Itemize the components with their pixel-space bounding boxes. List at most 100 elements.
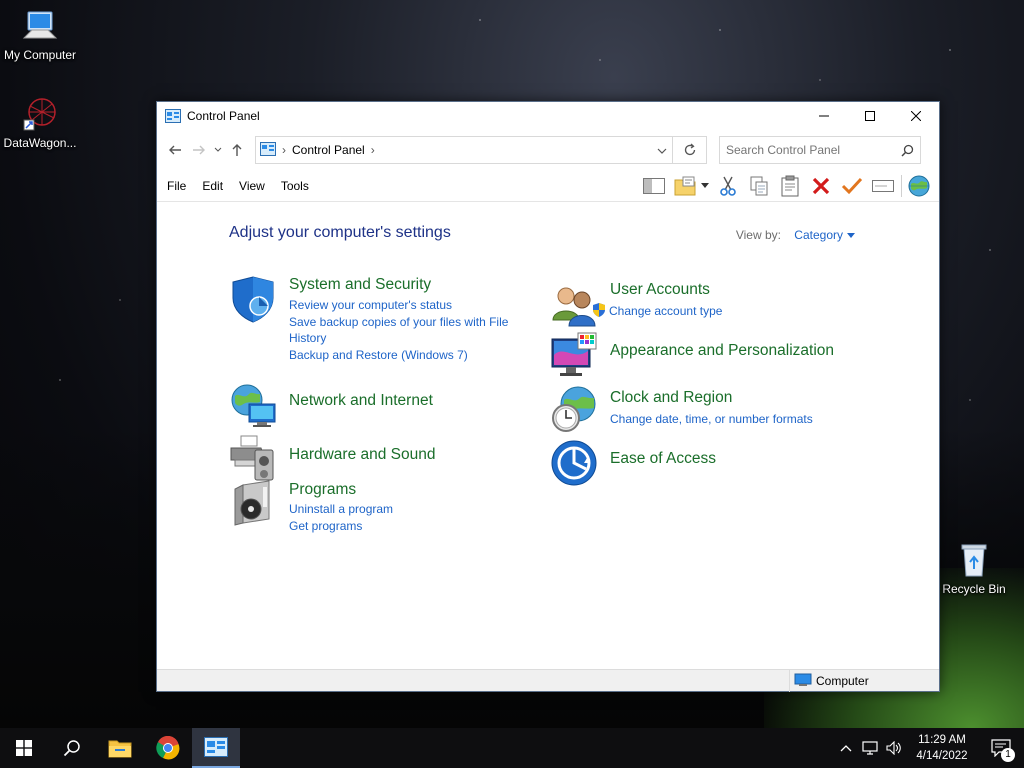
pane-toggle-button[interactable] xyxy=(640,172,668,200)
status-location-text: Computer xyxy=(816,674,869,688)
menu-view[interactable]: View xyxy=(239,179,273,193)
chevron-down-icon xyxy=(657,148,667,154)
desktop-icon-label: DataWagon... xyxy=(3,136,77,150)
back-button[interactable] xyxy=(163,138,187,162)
folder-options-dropdown[interactable] xyxy=(699,172,711,200)
delete-button[interactable] xyxy=(807,172,835,200)
control-panel-taskbar-button[interactable] xyxy=(192,728,240,768)
rename-button[interactable] xyxy=(869,172,897,200)
search-box[interactable] xyxy=(719,136,921,164)
clipboard-icon xyxy=(781,175,799,196)
network-globe-icon[interactable] xyxy=(229,382,277,430)
link-file-history[interactable]: Save backup copies of your files with Fi… xyxy=(289,314,529,346)
navigation-bar: › Control Panel › xyxy=(157,130,939,170)
uac-shield-icon xyxy=(592,303,606,321)
delete-x-icon xyxy=(812,177,830,194)
control-panel-icon xyxy=(260,141,276,159)
arrow-right-icon xyxy=(193,145,205,155)
folder-options-button[interactable] xyxy=(671,172,699,200)
action-center-button[interactable]: 1 xyxy=(978,728,1024,768)
up-button[interactable] xyxy=(225,138,249,162)
link-uninstall-program[interactable]: Uninstall a program xyxy=(289,501,529,517)
file-explorer-taskbar-button[interactable] xyxy=(96,728,144,768)
menu-edit[interactable]: Edit xyxy=(202,179,231,193)
windows-logo-icon xyxy=(16,740,32,756)
search-input[interactable] xyxy=(720,138,894,162)
control-panel-icon xyxy=(165,109,181,123)
search-icon[interactable] xyxy=(894,144,920,157)
toolbar-separator xyxy=(901,174,902,197)
category-title[interactable]: Network and Internet xyxy=(289,392,433,410)
maximize-icon xyxy=(865,111,875,121)
recycle-bin-icon xyxy=(956,542,992,578)
breadcrumb-chevron-icon[interactable]: › xyxy=(371,143,375,157)
view-by-dropdown[interactable]: Category xyxy=(794,228,843,242)
copy-button[interactable] xyxy=(745,172,773,200)
address-history-button[interactable] xyxy=(652,143,672,157)
desktop-icon-recycle-bin[interactable]: Recycle Bin xyxy=(934,542,1014,596)
rename-field-icon xyxy=(872,179,894,192)
close-button[interactable] xyxy=(893,102,939,130)
refresh-icon xyxy=(684,143,695,156)
printer-speaker-icon[interactable] xyxy=(229,434,277,482)
minimize-button[interactable] xyxy=(801,102,847,130)
volume-button[interactable] xyxy=(882,728,906,768)
category-title[interactable]: User Accounts xyxy=(610,281,710,299)
monitor-palette-icon[interactable] xyxy=(550,331,598,379)
address-bar[interactable]: › Control Panel › xyxy=(255,136,707,164)
content-area: Adjust your computer's settings View by:… xyxy=(157,202,939,668)
category-title[interactable]: Hardware and Sound xyxy=(289,446,436,464)
arrow-up-icon xyxy=(232,144,242,156)
control-panel-window: Control Panel › Control Panel › Search C… xyxy=(156,101,940,692)
link-change-account-type[interactable]: Change account type xyxy=(593,303,850,321)
caret-down-icon[interactable] xyxy=(847,233,855,239)
network-icon xyxy=(862,741,878,755)
category-title[interactable]: Ease of Access xyxy=(610,450,716,468)
link-change-date-formats[interactable]: Change date, time, or number formats xyxy=(610,411,850,427)
desktop-icon-my-computer[interactable]: My Computer xyxy=(0,8,80,62)
category-title[interactable]: Programs xyxy=(289,481,356,499)
globe-button[interactable] xyxy=(905,172,933,200)
breadcrumb-separator-icon: › xyxy=(282,143,286,157)
shield-icon[interactable] xyxy=(229,276,277,324)
status-bar: Computer xyxy=(157,669,939,692)
title-bar[interactable]: Control Panel xyxy=(157,102,939,130)
chrome-taskbar-button[interactable] xyxy=(144,728,192,768)
menu-tools[interactable]: Tools xyxy=(281,179,317,193)
close-icon xyxy=(911,111,921,121)
search-taskbar-button[interactable] xyxy=(48,728,96,768)
link-get-programs[interactable]: Get programs xyxy=(289,518,529,534)
recent-locations-button[interactable] xyxy=(211,138,225,162)
taskbar-clock[interactable]: 11:29 AM 4/14/2022 xyxy=(906,732,978,764)
network-status-button[interactable] xyxy=(858,728,882,768)
folder-icon xyxy=(108,740,132,758)
start-button[interactable] xyxy=(0,728,48,768)
datawagon-icon xyxy=(22,96,58,132)
chevron-up-icon xyxy=(840,745,852,752)
copy-icon xyxy=(750,176,768,195)
forward-button[interactable] xyxy=(187,138,211,162)
users-icon[interactable] xyxy=(550,282,598,330)
desktop-icon-datawagon[interactable]: DataWagon... xyxy=(0,96,80,150)
breadcrumb-control-panel[interactable]: Control Panel xyxy=(292,143,365,157)
clock-date: 4/14/2022 xyxy=(916,750,968,762)
link-backup-restore[interactable]: Backup and Restore (Windows 7) xyxy=(289,347,529,363)
paste-button[interactable] xyxy=(776,172,804,200)
cut-button[interactable] xyxy=(714,172,742,200)
programs-box-icon[interactable] xyxy=(229,479,277,527)
clock-globe-icon[interactable] xyxy=(550,386,598,434)
toolbar xyxy=(637,170,939,202)
clock-time: 11:29 AM xyxy=(918,734,966,746)
maximize-button[interactable] xyxy=(847,102,893,130)
category-title[interactable]: Appearance and Personalization xyxy=(610,342,834,360)
category-title[interactable]: System and Security xyxy=(289,276,431,294)
link-text: Change account type xyxy=(609,304,723,318)
link-review-status[interactable]: Review your computer's status xyxy=(289,297,529,313)
ease-of-access-icon[interactable] xyxy=(550,439,598,487)
refresh-button[interactable] xyxy=(672,137,706,163)
category-title[interactable]: Clock and Region xyxy=(610,389,732,407)
properties-check-button[interactable] xyxy=(838,172,866,200)
menu-file[interactable]: File xyxy=(167,179,194,193)
computer-icon xyxy=(22,8,58,44)
show-hidden-icons-button[interactable] xyxy=(834,728,858,768)
